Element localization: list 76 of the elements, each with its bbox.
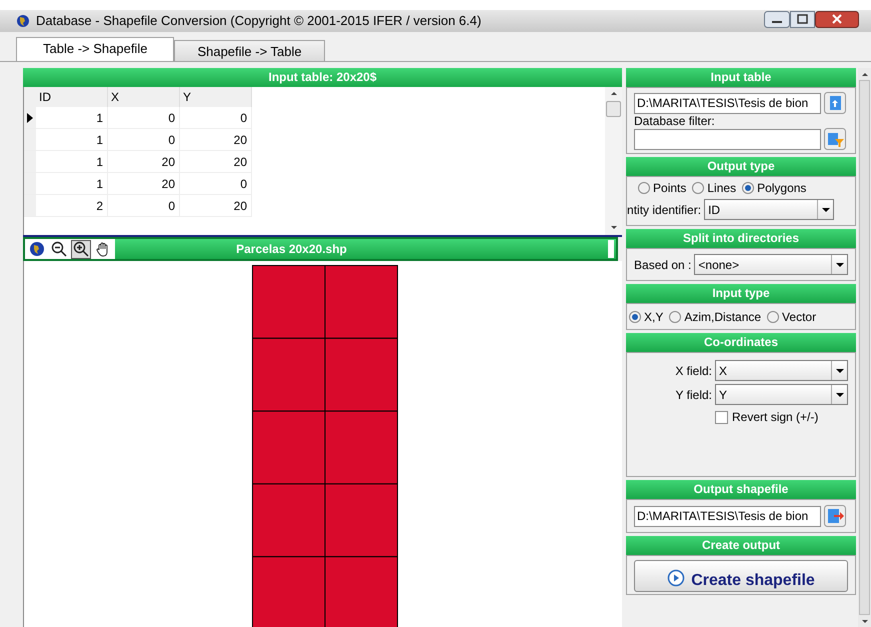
export-file-icon[interactable] xyxy=(824,505,846,527)
scroll-thumb[interactable] xyxy=(606,101,622,117)
radio-button[interactable] xyxy=(742,182,754,194)
zoom-in-icon xyxy=(73,241,89,257)
checkbox-label: Revert sign (+/-) xyxy=(732,409,818,426)
map-tool-button[interactable] xyxy=(27,240,47,258)
panel-header: Create output xyxy=(626,536,856,555)
radio-label: Polygons xyxy=(757,180,806,197)
panel-header: Input table xyxy=(626,68,856,87)
dropdown[interactable]: X xyxy=(715,360,848,381)
globe-icon xyxy=(29,241,45,257)
table-cell: 0 xyxy=(108,129,180,150)
map-title: Parcelas 20x20.shp xyxy=(235,241,348,258)
table-cell: 0 xyxy=(108,195,180,216)
input-field[interactable]: D:\MARITA\TESIS\Tesis de bion xyxy=(634,506,822,526)
table-cell: 1 xyxy=(36,173,108,194)
map-tool-button[interactable] xyxy=(71,240,91,258)
column-header[interactable]: X xyxy=(108,87,180,107)
scrollbar[interactable] xyxy=(605,87,622,235)
radio-label: Azim,Distance xyxy=(684,308,762,326)
filter-label: Database filter: xyxy=(634,114,716,128)
table-cell: 20 xyxy=(180,195,252,216)
scrollbar[interactable] xyxy=(858,68,871,627)
column-header[interactable]: Y xyxy=(180,87,252,107)
column-header[interactable]: ID xyxy=(36,87,108,107)
zoom-out-icon xyxy=(51,241,67,257)
table-cell: 0 xyxy=(180,173,252,194)
radio-button[interactable] xyxy=(629,310,642,322)
table-cell: 1 xyxy=(36,107,108,128)
close-button[interactable] xyxy=(815,10,859,28)
dropdown[interactable]: <none> xyxy=(694,254,848,275)
panel-header: Input table: 20x20$ xyxy=(23,68,622,87)
table-cell: 20 xyxy=(108,151,180,172)
row-pointer-icon xyxy=(27,112,33,122)
panel-header: Co-ordinates xyxy=(626,333,856,352)
globe-icon xyxy=(16,14,30,28)
maximize-button[interactable] xyxy=(790,10,815,28)
filter-icon[interactable] xyxy=(824,128,846,150)
table-cell: 1 xyxy=(36,129,108,150)
radio-button[interactable] xyxy=(638,182,650,194)
header-marker xyxy=(608,240,614,258)
radio-button[interactable] xyxy=(767,310,780,322)
radio-label: Lines xyxy=(707,180,736,197)
create-shapefile-button[interactable]: Create shapefile xyxy=(634,560,848,592)
tab[interactable]: Shapefile -> Table xyxy=(174,40,325,61)
play-icon xyxy=(667,569,686,587)
checkbox[interactable] xyxy=(715,410,728,424)
field-label: Based on : xyxy=(634,256,692,274)
radio-label: Points xyxy=(653,180,686,197)
table-cell: 0 xyxy=(180,107,252,128)
field-label: Y field: xyxy=(676,386,712,404)
table-cell: 20 xyxy=(180,129,252,150)
table-cell: 20 xyxy=(180,151,252,172)
radio-button[interactable] xyxy=(669,310,682,322)
panel-header: Split into directories xyxy=(626,229,856,248)
map-tool-button[interactable] xyxy=(49,240,69,258)
field-label: X field: xyxy=(675,362,712,380)
table-cell: 20 xyxy=(108,173,180,194)
radio-button[interactable] xyxy=(692,182,704,194)
dropdown[interactable]: Y xyxy=(715,384,848,405)
window-title: Database - Shapefile Conversion (Copyright © 2001-2015 IFER / version 6.4) xyxy=(36,12,482,30)
dropdown[interactable]: ID xyxy=(704,199,834,220)
table-cell: 2 xyxy=(36,195,108,216)
minimize-button[interactable] xyxy=(764,10,790,28)
field-label: ntity identifier: xyxy=(627,202,702,218)
input-field[interactable]: D:\MARITA\TESIS\Tesis de bion xyxy=(634,92,822,114)
radio-label: Vector xyxy=(782,308,816,326)
radio-label: X,Y xyxy=(644,308,664,326)
panel-header: Input type xyxy=(626,284,856,303)
table-cell: 0 xyxy=(108,107,180,128)
open-file-icon[interactable] xyxy=(824,92,846,114)
input-field[interactable] xyxy=(634,128,822,150)
table-cell: 1 xyxy=(36,151,108,172)
panel-header: Output shapefile xyxy=(626,480,856,499)
panel-header: Output type xyxy=(626,157,856,176)
tab[interactable]: Table -> Shapefile xyxy=(16,37,174,61)
